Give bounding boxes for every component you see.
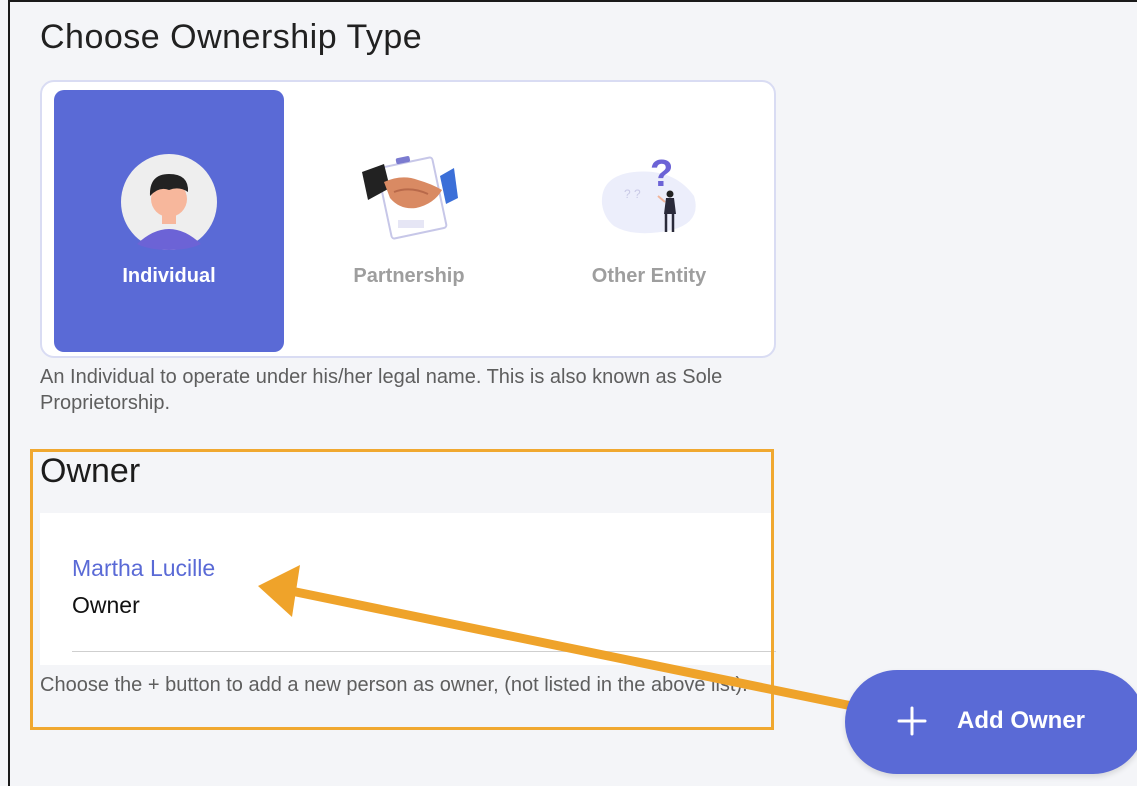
- option-partnership[interactable]: Partnership: [294, 90, 524, 352]
- plus-icon: [897, 706, 927, 736]
- option-other-entity[interactable]: ? ? ? Other Entity: [534, 90, 764, 352]
- window-left-border: [8, 0, 10, 786]
- option-label: Other Entity: [591, 265, 707, 287]
- option-label: Individual: [122, 265, 216, 287]
- ownership-description: An Individual to operate under his/her l…: [40, 366, 723, 414]
- ownership-type-selector: Individual Partnership ? ? ? Other Entit…: [40, 80, 776, 358]
- individual-avatar-icon: [121, 154, 217, 250]
- owner-highlight-box: [30, 449, 774, 730]
- option-individual[interactable]: Individual: [54, 90, 284, 352]
- add-owner-button[interactable]: Add Owner: [845, 670, 1137, 774]
- svg-text:? ?: ? ?: [624, 187, 641, 201]
- window-top-border: [8, 0, 1137, 2]
- page-title: Choose Ownership Type: [40, 18, 423, 56]
- option-label: Partnership: [353, 265, 465, 287]
- add-owner-label: Add Owner: [957, 707, 1086, 734]
- handshake-icon: [362, 156, 458, 240]
- svg-text:?: ?: [650, 156, 673, 195]
- question-person-icon: ? ? ?: [601, 156, 696, 234]
